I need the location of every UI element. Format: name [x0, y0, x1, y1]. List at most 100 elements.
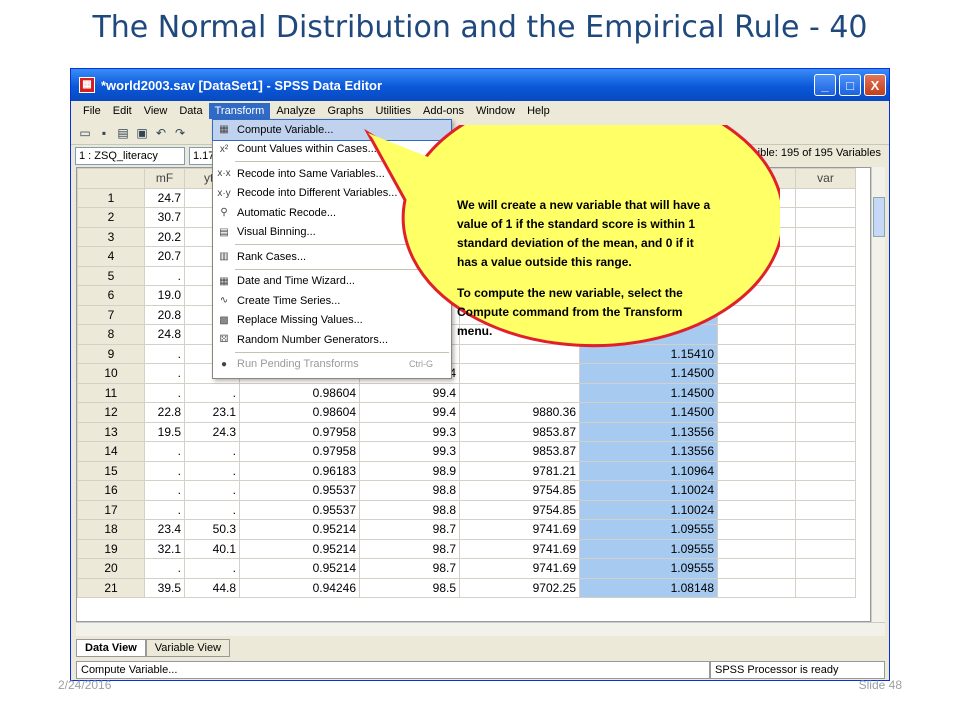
grid-cell[interactable]: 1.09555	[579, 538, 718, 559]
grid-cell[interactable]: 0.95537	[239, 499, 360, 520]
grid-cell[interactable]	[795, 226, 856, 247]
grid-cell[interactable]: 0.97958	[239, 421, 360, 442]
grid-cell[interactable]: .	[144, 382, 185, 403]
grid-cell[interactable]	[795, 519, 856, 540]
menu-file[interactable]: File	[77, 103, 107, 119]
row-header[interactable]: 13	[77, 421, 145, 442]
grid-cell[interactable]: 1.08148	[579, 577, 718, 598]
row-header[interactable]: 2	[77, 207, 145, 228]
grid-cell[interactable]	[795, 363, 856, 384]
grid-cell[interactable]	[795, 499, 856, 520]
grid-cell[interactable]: 24.3	[184, 421, 240, 442]
grid-cell[interactable]: 0.94246	[239, 577, 360, 598]
grid-cell[interactable]: 1.09555	[579, 519, 718, 540]
grid-cell[interactable]: 20.7	[144, 246, 185, 267]
column-header[interactable]: mF	[144, 168, 185, 189]
grid-cell[interactable]: 50.3	[184, 519, 240, 540]
row-header[interactable]: 20	[77, 558, 145, 579]
grid-cell[interactable]	[717, 441, 796, 462]
grid-cell[interactable]: 23.1	[184, 402, 240, 423]
row-header[interactable]: 18	[77, 519, 145, 540]
grid-cell[interactable]: 9853.87	[459, 441, 580, 462]
vertical-scrollbar[interactable]	[871, 167, 885, 622]
grid-cell[interactable]	[795, 187, 856, 208]
grid-cell[interactable]: 9702.25	[459, 577, 580, 598]
grid-cell[interactable]: .	[184, 441, 240, 462]
grid-cell[interactable]: .	[184, 382, 240, 403]
grid-cell[interactable]: 98.8	[359, 499, 460, 520]
print-icon[interactable]: ▤	[115, 125, 131, 141]
grid-cell[interactable]: 19.5	[144, 421, 185, 442]
grid-cell[interactable]	[795, 304, 856, 325]
menu-add-ons[interactable]: Add-ons	[417, 103, 470, 119]
row-header[interactable]: 6	[77, 285, 145, 306]
row-header[interactable]: 12	[77, 402, 145, 423]
grid-cell[interactable]	[795, 265, 856, 286]
grid-cell[interactable]: 19.0	[144, 285, 185, 306]
horizontal-scrollbar[interactable]	[76, 622, 885, 636]
grid-cell[interactable]	[717, 577, 796, 598]
grid-cell[interactable]: 0.98604	[239, 382, 360, 403]
grid-cell[interactable]: 20.8	[144, 304, 185, 325]
grid-cell[interactable]: .	[144, 363, 185, 384]
row-header[interactable]: 3	[77, 226, 145, 247]
grid-cell[interactable]: 1.09555	[579, 558, 718, 579]
grid-cell[interactable]: 1.10024	[579, 499, 718, 520]
grid-cell[interactable]: .	[184, 558, 240, 579]
grid-cell[interactable]: .	[144, 499, 185, 520]
grid-cell[interactable]	[795, 246, 856, 267]
grid-cell[interactable]: 9781.21	[459, 460, 580, 481]
row-header[interactable]: 7	[77, 304, 145, 325]
grid-cell[interactable]: 98.8	[359, 480, 460, 501]
menu-view[interactable]: View	[138, 103, 174, 119]
grid-cell[interactable]: 44.8	[184, 577, 240, 598]
grid-cell[interactable]: 9741.69	[459, 519, 580, 540]
grid-cell[interactable]	[717, 480, 796, 501]
grid-cell[interactable]	[795, 577, 856, 598]
grid-cell[interactable]	[795, 324, 856, 345]
grid-cell[interactable]	[795, 421, 856, 442]
grid-cell[interactable]	[717, 538, 796, 559]
grid-cell[interactable]	[717, 558, 796, 579]
undo-icon[interactable]: ↶	[153, 125, 169, 141]
grid-cell[interactable]	[795, 441, 856, 462]
grid-cell[interactable]	[795, 460, 856, 481]
scroll-thumb[interactable]	[873, 197, 885, 237]
grid-cell[interactable]	[795, 343, 856, 364]
grid-cell[interactable]: 0.95214	[239, 558, 360, 579]
grid-cell[interactable]: .	[144, 480, 185, 501]
close-button[interactable]: X	[864, 74, 886, 96]
grid-cell[interactable]: 0.95537	[239, 480, 360, 501]
grid-cell[interactable]	[795, 402, 856, 423]
grid-cell[interactable]: 98.5	[359, 577, 460, 598]
grid-cell[interactable]: .	[144, 343, 185, 364]
grid-cell[interactable]: 98.7	[359, 519, 460, 540]
grid-cell[interactable]: 32.1	[144, 538, 185, 559]
grid-cell[interactable]: .	[144, 265, 185, 286]
grid-cell[interactable]: 1.10964	[579, 460, 718, 481]
save-icon[interactable]: ▪	[96, 125, 112, 141]
row-header[interactable]: 11	[77, 382, 145, 403]
grid-cell[interactable]	[717, 519, 796, 540]
grid-cell[interactable]: 0.95214	[239, 519, 360, 540]
row-header[interactable]: 10	[77, 363, 145, 384]
menu-transform[interactable]: Transform	[208, 103, 271, 119]
grid-cell[interactable]: .	[184, 499, 240, 520]
grid-cell[interactable]	[717, 421, 796, 442]
row-header[interactable]: 17	[77, 499, 145, 520]
grid-cell[interactable]	[795, 558, 856, 579]
grid-cell[interactable]	[717, 460, 796, 481]
menu-data[interactable]: Data	[173, 103, 208, 119]
grid-cell[interactable]: 0.96183	[239, 460, 360, 481]
row-header[interactable]: 14	[77, 441, 145, 462]
row-header[interactable]: 21	[77, 577, 145, 598]
grid-cell[interactable]: .	[184, 460, 240, 481]
grid-cell[interactable]: 1.13556	[579, 421, 718, 442]
grid-cell[interactable]	[717, 499, 796, 520]
grid-cell[interactable]: 9741.69	[459, 538, 580, 559]
row-header[interactable]: 15	[77, 460, 145, 481]
grid-cell[interactable]: 40.1	[184, 538, 240, 559]
grid-cell[interactable]: 24.7	[144, 187, 185, 208]
column-header[interactable]	[77, 168, 145, 189]
grid-cell[interactable]: .	[184, 480, 240, 501]
